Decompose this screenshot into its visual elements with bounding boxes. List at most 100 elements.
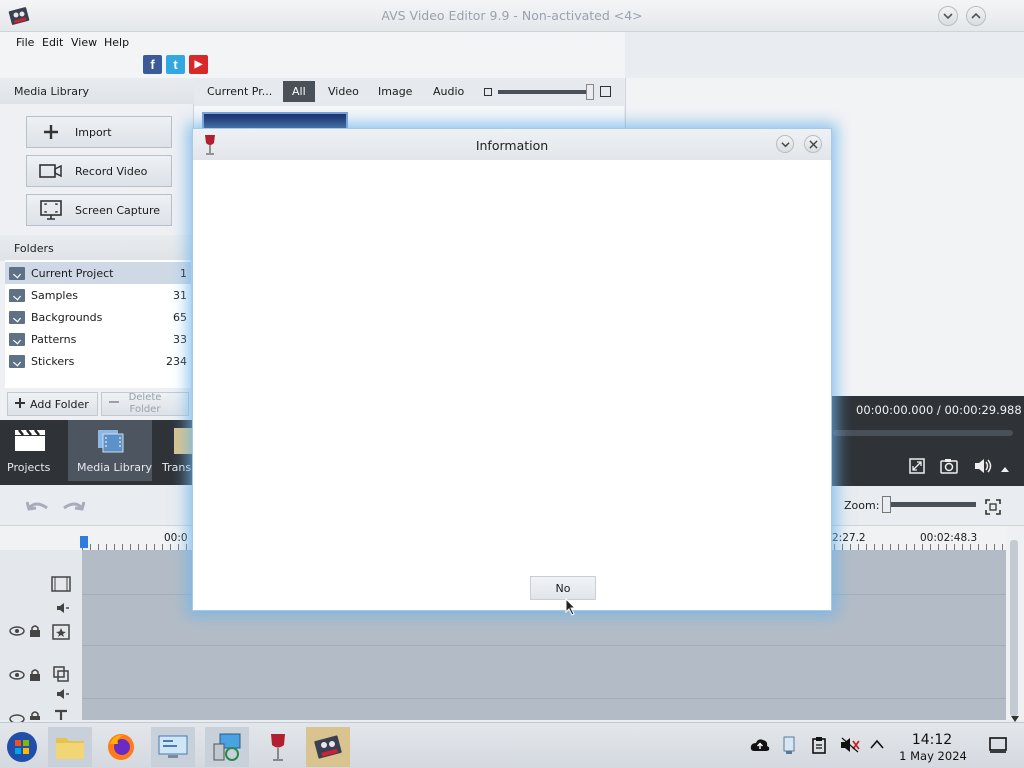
menu-help[interactable]: Help — [104, 36, 129, 49]
clock-date[interactable]: 1 May 2024 — [893, 749, 973, 763]
taskbar-network-app[interactable] — [205, 727, 249, 767]
title-bar: AVS Video Editor 9.9 - Non-activated <4> — [0, 0, 1024, 32]
eye-icon[interactable] — [9, 626, 25, 639]
mouse-cursor-icon — [565, 597, 577, 619]
folder-count: 31 — [173, 288, 187, 302]
taskbar-avs-video-editor[interactable] — [306, 727, 350, 767]
slider-handle[interactable] — [586, 84, 594, 100]
show-desktop-icon[interactable] — [989, 737, 1007, 756]
zoom-slider[interactable] — [884, 502, 976, 507]
taskbar-file-manager[interactable] — [48, 727, 92, 767]
dialog-close-button[interactable] — [804, 135, 822, 153]
record-video-label: Record Video — [75, 164, 148, 178]
usb-device-icon[interactable] — [781, 735, 797, 758]
snapshot-icon[interactable] — [940, 458, 958, 477]
overlay-track-icon — [53, 666, 69, 685]
taskbar-control-panel[interactable] — [151, 727, 195, 767]
media-tabs: Current Pr... All Video Image Audio — [194, 78, 624, 106]
window-title: AVS Video Editor 9.9 - Non-activated <4> — [381, 8, 643, 23]
fit-timeline-icon[interactable] — [985, 499, 1001, 518]
folder-icon — [9, 354, 25, 368]
maximize-button[interactable] — [966, 6, 986, 26]
undo-icon[interactable] — [25, 498, 50, 517]
scrollbar-thumb[interactable] — [1010, 540, 1018, 716]
film-reel-icon — [314, 735, 342, 759]
video-track-icon — [51, 576, 71, 595]
fullscreen-icon[interactable] — [909, 458, 925, 477]
screen-capture-button[interactable]: Screen Capture — [26, 194, 172, 226]
chevron-down-icon — [780, 141, 790, 147]
no-button[interactable]: No — [530, 576, 596, 600]
delete-folder-label: Delete Folder — [128, 392, 162, 415]
folder-icon — [9, 332, 25, 346]
social-bar: f t ▶ — [0, 54, 625, 78]
import-label: Import — [75, 125, 112, 139]
nav-projects[interactable]: Projects — [0, 420, 60, 481]
firefox-icon — [108, 734, 134, 760]
mute-icon[interactable] — [56, 688, 70, 703]
delete-folder-button[interactable]: Delete Folder — [101, 392, 189, 416]
folder-item-patterns[interactable]: Patterns 33 — [5, 328, 191, 350]
youtube-icon[interactable]: ▶ — [189, 55, 208, 74]
dialog-title-bar: Information — [193, 129, 831, 160]
taskbar-wine[interactable] — [256, 727, 300, 767]
tab-audio[interactable]: Audio — [424, 81, 473, 102]
large-thumbnail-icon[interactable] — [600, 86, 611, 97]
network-icon — [213, 733, 241, 761]
lock-icon[interactable] — [29, 668, 41, 685]
nav-media-library[interactable]: Media Library — [68, 420, 152, 481]
thumbnail-size-slider[interactable] — [498, 90, 590, 94]
taskbar: 14:12 1 May 2024 — [0, 722, 1024, 768]
folder-item-samples[interactable]: Samples 31 — [5, 284, 191, 306]
chevron-up-icon[interactable] — [870, 739, 884, 752]
volume-icon[interactable] — [973, 457, 993, 478]
track-divider — [82, 645, 1006, 646]
folder-item-current-project[interactable]: Current Project 1 — [5, 262, 191, 284]
menu-view[interactable]: View — [71, 36, 97, 49]
start-orb-icon — [7, 732, 37, 762]
tab-all[interactable]: All — [283, 81, 315, 102]
nav-transitions[interactable]: Trans — [156, 420, 194, 481]
folder-item-stickers[interactable]: Stickers 234 — [5, 350, 191, 372]
record-video-button[interactable]: Record Video — [26, 155, 172, 187]
dialog-button-area — [193, 562, 831, 610]
speaker-muted-icon[interactable] — [840, 737, 860, 756]
cloud-upload-icon[interactable] — [750, 737, 770, 756]
minimize-button[interactable] — [938, 6, 958, 26]
tab-current-project[interactable]: Current Pr... — [198, 81, 281, 102]
twitter-icon[interactable]: t — [166, 55, 185, 74]
effects-track-icon — [52, 624, 70, 643]
folder-icon — [9, 288, 25, 302]
folder-item-backgrounds[interactable]: Backgrounds 65 — [5, 306, 191, 328]
eye-icon[interactable] — [9, 670, 25, 683]
menu-edit[interactable]: Edit — [42, 36, 63, 49]
playhead-marker[interactable] — [80, 536, 88, 548]
facebook-icon[interactable]: f — [143, 55, 162, 74]
lock-icon[interactable] — [29, 624, 41, 641]
start-button[interactable] — [0, 727, 44, 767]
zoom-slider-handle[interactable] — [882, 496, 891, 513]
taskbar-firefox[interactable] — [99, 727, 143, 767]
add-folder-button[interactable]: Add Folder — [7, 392, 98, 416]
tab-video[interactable]: Video — [319, 81, 368, 102]
minus-icon — [108, 396, 120, 412]
ruler-label: 00:0 — [164, 532, 188, 544]
preview-seek-bar[interactable] — [833, 430, 1013, 436]
import-button[interactable]: Import — [26, 116, 172, 148]
menu-file[interactable]: File — [16, 36, 34, 49]
mute-icon[interactable] — [56, 602, 70, 617]
clock-time[interactable]: 14:12 — [900, 732, 964, 748]
clipboard-icon[interactable] — [811, 736, 827, 757]
redo-icon[interactable] — [61, 498, 86, 517]
timeline-scrollbar[interactable] — [1006, 526, 1024, 722]
chevron-down-icon — [943, 13, 953, 20]
dialog-minimize-button[interactable] — [776, 135, 794, 153]
wine-glass-icon — [271, 734, 285, 761]
small-thumbnail-icon[interactable] — [484, 88, 492, 96]
module-nav: Projects Media Library Trans — [0, 420, 194, 485]
volume-arrow-icon[interactable] — [1001, 462, 1009, 475]
folders-header: Folders — [0, 235, 194, 261]
folder-count: 234 — [166, 354, 187, 368]
zoom-label: Zoom: — [844, 499, 880, 512]
tab-image[interactable]: Image — [369, 81, 421, 102]
